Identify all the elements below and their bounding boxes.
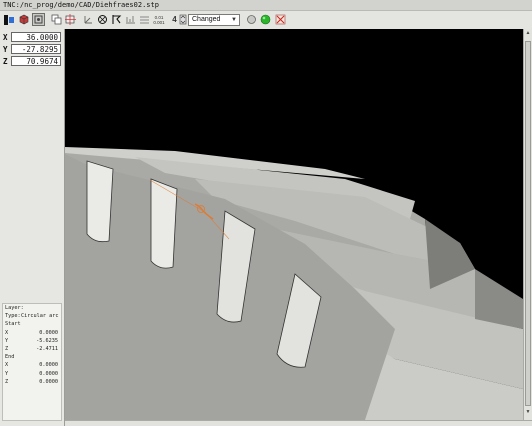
layer-row: Layer: [3, 304, 61, 312]
z-value-field[interactable]: 70.9674 [11, 56, 61, 66]
start-z-label: Z [5, 345, 9, 352]
x-label: X [3, 33, 8, 42]
z-label: Z [3, 57, 8, 66]
grid-icon[interactable] [110, 13, 123, 26]
end-x-value: 0.0000 [39, 362, 58, 369]
mode-select-value: Changed [192, 16, 221, 23]
cad-viewer-window: TNC:/nc_prog/demo/CAD/Diehfraes02.stp 0.… [0, 0, 532, 426]
x-value-field[interactable]: 36.0000 [11, 32, 61, 42]
start-y-label: Y [5, 337, 9, 344]
3d-viewport[interactable] [65, 29, 523, 420]
flag-icon[interactable] [138, 13, 151, 26]
cube-icon[interactable] [17, 13, 30, 26]
scroll-up-icon[interactable]: ▲ [525, 30, 531, 39]
start-x-value: 0.0000 [39, 329, 58, 336]
end-y-label: Y [5, 370, 9, 377]
y-value-field[interactable]: -27.8295 [11, 44, 61, 54]
status-ok-icon[interactable] [259, 13, 272, 26]
type-label: Type: [5, 313, 21, 320]
tooth-slot-1 [86, 160, 114, 243]
copy-icon[interactable] [50, 13, 63, 26]
start-x-label: X [5, 329, 9, 336]
z-coordinate: Z 70.9674 [2, 56, 62, 67]
end-y-row: Y 0.0000 [3, 370, 61, 378]
start-y-row: Y -5.6235 [3, 337, 61, 345]
mode-select[interactable]: Changed ▼ [188, 14, 240, 26]
coordinate-panel: X 36.0000 Y -27.8295 Z 70.9674 Layer: Ty… [0, 29, 65, 426]
tooth-slot-2 [150, 178, 178, 269]
end-label: End [5, 354, 15, 361]
scroll-down-icon[interactable]: ▼ [525, 409, 531, 418]
layers-icon[interactable] [2, 13, 15, 26]
y-coordinate: Y -27.8295 [2, 44, 62, 55]
resolution-button[interactable]: 0.01 0.001 [151, 13, 167, 26]
x-coordinate: X 36.0000 [2, 32, 62, 43]
start-label: Start [5, 321, 21, 328]
scrollbar-thumb[interactable] [525, 41, 531, 406]
select-icon[interactable] [32, 13, 45, 26]
start-heading: Start [3, 320, 61, 328]
y-label: Y [3, 45, 8, 54]
start-x-row: X 0.0000 [3, 329, 61, 337]
target-icon[interactable] [64, 13, 77, 26]
start-z-row: Z -2.4711 [3, 345, 61, 353]
end-x-label: X [5, 362, 9, 369]
element-info-panel: Layer: Type: Circular arc Start X 0.0000 … [2, 303, 62, 421]
resolution-sub-label: 0.001 [153, 19, 165, 25]
vertical-scrollbar[interactable]: ▲ ▼ [523, 29, 532, 420]
end-z-row: Z 0.0000 [3, 378, 61, 386]
end-z-value: 0.0000 [39, 378, 58, 385]
measure-icon[interactable] [96, 13, 109, 26]
cad-model-render[interactable] [65, 29, 523, 420]
end-x-row: X 0.0000 [3, 361, 61, 369]
end-y-value: 0.0000 [39, 370, 58, 377]
start-z-value: -2.4711 [36, 345, 58, 352]
snap-icon[interactable] [124, 13, 137, 26]
origin-icon[interactable] [82, 13, 95, 26]
chevron-down-icon: ▼ [231, 17, 237, 23]
stop-icon[interactable] [245, 13, 258, 26]
end-z-label: Z [5, 378, 9, 385]
type-value: Circular arc [21, 313, 59, 320]
delete-icon[interactable] [274, 13, 287, 26]
toolbar: 0.01 0.001 4 Changed ▼ [0, 11, 532, 30]
window-title: TNC:/nc_prog/demo/CAD/Diehfraes02.stp [0, 0, 532, 11]
end-heading: End [3, 353, 61, 361]
horizontal-scrollbar[interactable] [65, 420, 532, 426]
start-y-value: -5.6235 [36, 337, 58, 344]
layer-label: Layer: [5, 305, 24, 311]
type-row: Type: Circular arc [3, 312, 61, 320]
